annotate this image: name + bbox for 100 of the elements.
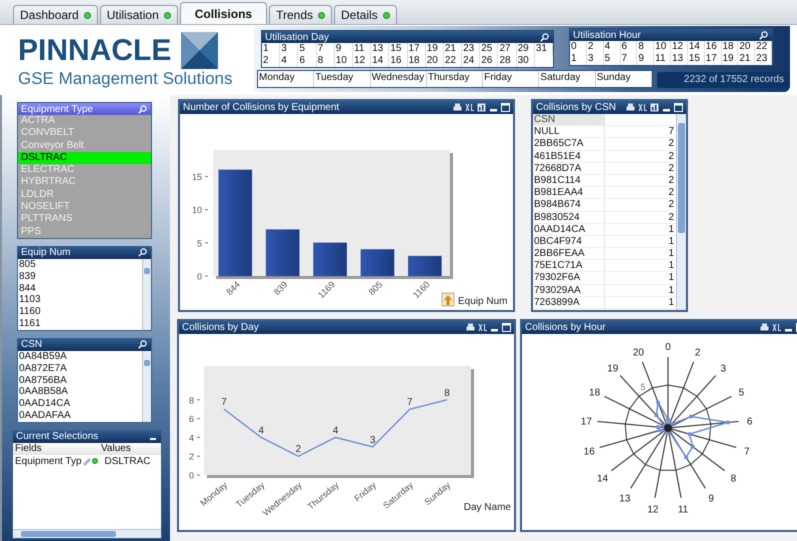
day-value[interactable]: 21 xyxy=(444,43,462,55)
list-item[interactable]: 1161 xyxy=(18,318,142,330)
weekday-value[interactable]: Friday xyxy=(483,71,540,87)
day-value[interactable]: 9 xyxy=(334,43,353,55)
day-value[interactable]: 31 xyxy=(534,43,553,55)
sheet-tab[interactable]: Trends xyxy=(269,5,332,24)
maximize-icon[interactable] xyxy=(501,103,510,112)
hour-value[interactable]: 19 xyxy=(722,53,738,65)
day-value[interactable]: 12 xyxy=(352,55,372,67)
scrollbar[interactable] xyxy=(142,350,151,422)
day-value[interactable]: 6 xyxy=(298,55,317,67)
list-item[interactable]: 1103 xyxy=(18,294,142,306)
hour-value[interactable]: 21 xyxy=(738,53,756,65)
search-icon[interactable] xyxy=(759,30,768,40)
day-value[interactable]: 1 xyxy=(262,43,280,55)
hour-value[interactable]: 17 xyxy=(704,53,722,65)
chart-type-icon[interactable] xyxy=(650,103,659,112)
day-value[interactable]: 5 xyxy=(298,43,317,55)
hour-value[interactable]: 6 xyxy=(620,41,638,53)
search-icon[interactable] xyxy=(138,248,147,258)
day-value[interactable]: 7 xyxy=(316,43,335,55)
search-icon[interactable] xyxy=(138,340,147,350)
weekday-value[interactable]: Monday xyxy=(258,71,314,87)
weekday-value[interactable]: Thursday xyxy=(426,71,484,87)
day-value[interactable]: 10 xyxy=(334,55,353,67)
bar[interactable] xyxy=(408,256,442,276)
list-item[interactable]: 844 xyxy=(18,282,142,294)
weekday-value[interactable]: Tuesday xyxy=(314,71,371,87)
sheet-tab[interactable]: Utilisation xyxy=(100,5,178,24)
day-value[interactable]: 20 xyxy=(426,55,444,67)
search-icon[interactable] xyxy=(540,32,549,42)
hour-value[interactable]: 9 xyxy=(637,53,654,65)
printer-icon[interactable] xyxy=(626,103,635,112)
day-value[interactable]: 17 xyxy=(408,43,426,55)
maximize-icon[interactable] xyxy=(674,103,683,112)
day-value[interactable]: 8 xyxy=(316,55,335,67)
hour-value[interactable]: 18 xyxy=(722,41,738,53)
hour-value[interactable]: 12 xyxy=(671,41,688,53)
hour-value[interactable]: 14 xyxy=(688,41,705,53)
hour-value[interactable]: 7 xyxy=(620,53,638,65)
printer-icon[interactable] xyxy=(760,323,769,332)
hour-value[interactable]: 10 xyxy=(654,41,671,53)
day-value[interactable]: 13 xyxy=(371,43,390,55)
day-value[interactable]: 23 xyxy=(462,43,480,55)
list-item[interactable]: DSLTRAC xyxy=(18,152,151,164)
chart-type-icon[interactable] xyxy=(477,103,486,112)
spreadsheet-icon[interactable] xyxy=(478,323,487,332)
list-item[interactable]: 1160 xyxy=(18,306,142,318)
printer-icon[interactable] xyxy=(466,323,475,332)
day-value[interactable]: 18 xyxy=(408,55,426,67)
hour-value[interactable]: 1 xyxy=(570,53,587,65)
bar[interactable] xyxy=(218,170,252,276)
day-value[interactable]: 4 xyxy=(280,55,298,67)
hour-value[interactable]: 23 xyxy=(755,53,772,65)
hour-value[interactable]: 8 xyxy=(637,41,654,53)
hour-value[interactable]: 2 xyxy=(586,41,604,53)
printer-icon[interactable] xyxy=(453,103,462,112)
day-value[interactable]: 14 xyxy=(371,55,390,67)
day-value[interactable]: 19 xyxy=(426,43,444,55)
hour-value[interactable]: 11 xyxy=(654,53,671,65)
bar[interactable] xyxy=(360,249,394,276)
sheet-tab[interactable]: Collisions xyxy=(180,2,268,24)
hour-value[interactable]: 20 xyxy=(738,41,756,53)
list-item[interactable]: 0AADAFAA xyxy=(18,410,142,422)
column-header[interactable]: CSN xyxy=(533,114,605,126)
day-value[interactable]: 11 xyxy=(352,43,372,55)
day-value[interactable]: 27 xyxy=(498,43,517,55)
day-value[interactable]: 16 xyxy=(389,55,408,67)
day-value[interactable]: 26 xyxy=(480,55,498,67)
day-value[interactable]: 3 xyxy=(280,43,298,55)
day-value[interactable]: 2 xyxy=(262,55,280,67)
sheet-tab[interactable]: Details xyxy=(334,5,397,24)
weekday-value[interactable]: Saturday xyxy=(539,71,596,87)
list-item[interactable]: 0A872E7A xyxy=(18,362,142,375)
day-value[interactable]: 24 xyxy=(462,55,480,67)
spreadsheet-icon[interactable] xyxy=(638,103,647,112)
spreadsheet-icon[interactable] xyxy=(465,103,474,112)
hour-value[interactable]: 5 xyxy=(604,53,620,65)
hour-value[interactable]: 4 xyxy=(604,41,620,53)
hour-value[interactable]: 0 xyxy=(570,41,587,53)
day-value[interactable]: 30 xyxy=(516,55,535,67)
day-value[interactable]: 15 xyxy=(389,43,408,55)
scrollbar[interactable] xyxy=(142,258,151,330)
day-value[interactable]: 29 xyxy=(516,43,535,55)
hour-value[interactable]: 13 xyxy=(671,53,688,65)
weekday-value[interactable]: Wednesday xyxy=(370,71,427,87)
hour-value[interactable]: 22 xyxy=(755,41,772,53)
scrollbar[interactable] xyxy=(13,528,161,538)
day-value[interactable]: 28 xyxy=(498,55,517,67)
list-item[interactable]: 805 xyxy=(18,258,142,271)
search-icon[interactable] xyxy=(138,104,147,114)
list-item[interactable]: 0A84B59A xyxy=(18,350,142,363)
bar[interactable] xyxy=(266,229,300,276)
hour-value[interactable]: 3 xyxy=(586,53,604,65)
hour-value[interactable]: 15 xyxy=(688,53,705,65)
spreadsheet-icon[interactable] xyxy=(772,323,781,332)
list-item[interactable]: 839 xyxy=(18,270,142,283)
day-value[interactable]: 25 xyxy=(480,43,498,55)
sheet-tab[interactable]: Dashboard xyxy=(13,5,98,24)
hour-value[interactable]: 16 xyxy=(704,41,722,53)
